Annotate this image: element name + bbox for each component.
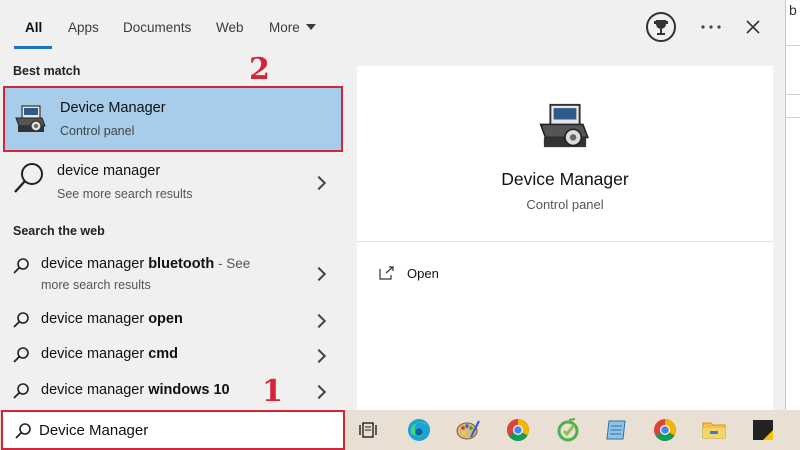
web-result-text: device manager open — [41, 311, 183, 327]
search-icon — [13, 258, 29, 274]
chrome-taskbar-button-2[interactable] — [649, 414, 681, 446]
search-icon — [14, 163, 43, 193]
chrome-icon — [654, 419, 676, 441]
edge-icon — [408, 419, 430, 441]
background-rule — [785, 45, 800, 46]
device-manager-icon — [15, 105, 46, 132]
green-app-icon — [557, 418, 579, 442]
chevron-right-icon — [311, 175, 327, 191]
web-result-line2: more search results — [41, 278, 151, 292]
background-rule — [785, 94, 800, 95]
tab-documents[interactable]: Documents — [123, 20, 191, 35]
paint-taskbar-button[interactable] — [452, 414, 484, 446]
tab-more-label: More — [269, 20, 300, 35]
search-filter-bar: All Apps Documents Web More — [0, 0, 785, 56]
web-result-text: device manager bluetooth - See — [41, 256, 250, 272]
background-text: b — [789, 2, 797, 18]
web-result-prefix: device manager — [41, 346, 149, 362]
web-result-item[interactable]: device manager bluetooth - See more sear… — [0, 248, 345, 298]
see-more-subtitle: See more search results — [57, 187, 193, 201]
sticky-note-icon — [753, 420, 773, 440]
search-panel: All Apps Documents Web More Best match D… — [0, 0, 786, 410]
open-label: Open — [407, 265, 439, 281]
tab-all[interactable]: All — [25, 20, 42, 35]
chevron-right-icon — [311, 266, 327, 282]
background-window: b — [785, 0, 800, 410]
search-icon — [15, 423, 31, 439]
result-preview-pane: Device Manager Control panel Open — [357, 66, 773, 410]
chevron-down-icon — [305, 24, 316, 30]
web-result-keyword: cmd — [148, 346, 179, 362]
see-more-results-item[interactable]: device manager See more search results — [0, 152, 345, 210]
best-match-title: Device Manager — [60, 100, 166, 116]
chrome-taskbar-button[interactable] — [502, 414, 534, 446]
search-web-heading: Search the web — [13, 224, 105, 238]
more-options-button[interactable] — [694, 10, 728, 44]
web-result-keyword: open — [148, 311, 183, 327]
background-rule — [785, 117, 800, 118]
notes-taskbar-button[interactable] — [600, 414, 632, 446]
app-taskbar-button[interactable] — [552, 414, 584, 446]
trophy-icon — [646, 12, 676, 42]
web-result-keyword: windows 10 — [148, 382, 230, 398]
search-icon — [13, 383, 29, 399]
best-match-subtitle: Control panel — [60, 124, 135, 138]
see-more-title: device manager — [57, 163, 161, 179]
preview-subtitle: Control panel — [526, 197, 604, 212]
best-match-heading: Best match — [13, 64, 81, 78]
active-tab-indicator — [14, 46, 52, 49]
web-result-prefix: device manager — [41, 382, 149, 398]
chevron-right-icon — [311, 384, 327, 400]
chrome-icon — [507, 419, 529, 441]
task-view-button[interactable] — [353, 414, 385, 446]
tab-apps[interactable]: Apps — [68, 20, 99, 35]
close-icon — [746, 20, 760, 34]
task-view-icon — [359, 422, 377, 438]
chevron-right-icon — [311, 348, 327, 364]
tab-web[interactable]: Web — [216, 20, 244, 35]
edge-taskbar-button[interactable] — [403, 414, 435, 446]
notepad-icon — [606, 420, 626, 440]
web-result-prefix: device manager — [41, 256, 149, 272]
web-result-item[interactable]: device manager open — [0, 303, 345, 337]
search-icon — [13, 347, 29, 363]
taskbar-search-box — [1, 410, 345, 450]
web-result-item[interactable]: device manager windows 10 — [0, 374, 345, 408]
file-explorer-taskbar-button[interactable] — [698, 414, 730, 446]
web-result-text: device manager windows 10 — [41, 382, 230, 398]
preview-title: Device Manager — [501, 169, 629, 189]
web-result-suffix: - See — [214, 256, 251, 271]
ellipsis-icon — [701, 25, 721, 29]
taskbar — [0, 410, 800, 450]
close-button[interactable] — [736, 10, 770, 44]
search-input[interactable] — [39, 420, 329, 440]
web-result-text: device manager cmd — [41, 346, 178, 362]
open-icon — [379, 266, 394, 280]
sticky-notes-taskbar-button[interactable] — [747, 414, 779, 446]
search-icon — [13, 312, 29, 328]
web-result-keyword: bluetooth — [148, 256, 215, 272]
paint-palette-icon — [456, 420, 480, 440]
divider — [357, 241, 773, 242]
open-action[interactable]: Open — [379, 262, 439, 284]
chevron-right-icon — [311, 313, 327, 329]
annotation-step-1: 1 — [262, 374, 283, 409]
best-match-result[interactable]: Device Manager Control panel — [3, 86, 343, 152]
web-result-prefix: device manager — [41, 311, 149, 327]
folder-icon — [702, 422, 726, 439]
tab-more[interactable]: More — [269, 20, 316, 35]
rewards-trophy-button[interactable] — [644, 10, 678, 44]
device-manager-icon — [539, 103, 589, 148]
web-result-item[interactable]: device manager cmd — [0, 338, 345, 372]
annotation-step-2: 2 — [249, 52, 270, 87]
